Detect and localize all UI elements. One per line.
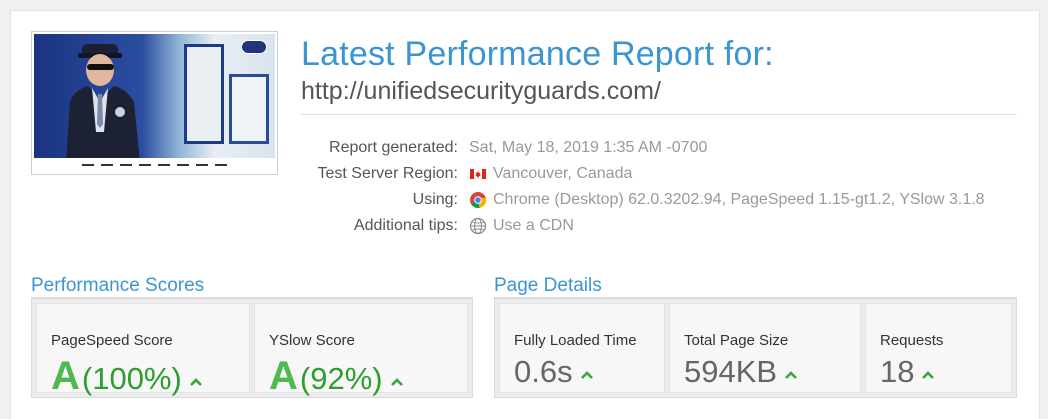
yslow-score-cell[interactable]: YSlow Score A (92%) (254, 303, 468, 398)
yslow-percent: (92%) (299, 361, 383, 396)
trend-up-icon (390, 378, 403, 386)
test-server-region-value: Vancouver, Canada (493, 165, 633, 182)
security-guard-image (66, 44, 140, 162)
trend-up-icon (580, 371, 593, 379)
meta-row-test-server-region: Test Server Region: Vancouver, Canada (301, 161, 1017, 187)
performance-scores-title: Performance Scores (31, 275, 205, 296)
globe-icon (469, 217, 487, 235)
yslow-score-value: A (92%) (269, 354, 403, 399)
meta-value: Chrome (Desktop) 62.0.3202.94, PageSpeed… (458, 191, 985, 209)
meta-row-additional-tips: Additional tips: Use a CDN (301, 213, 1017, 239)
report-title: Latest Performance Report for: (301, 35, 774, 73)
meta-row-report-generated: Report generated: Sat, May 18, 2019 1:35… (301, 135, 1017, 161)
performance-scores-box: PageSpeed Score A (100%) YSlow Score A (… (31, 298, 473, 398)
report-card: Latest Performance Report for: http://un… (10, 10, 1040, 419)
site-nav-strip (34, 158, 275, 172)
pagespeed-grade: A (51, 354, 80, 398)
total-page-size-value: 594KB (684, 354, 797, 390)
total-page-size-number: 594KB (684, 354, 778, 389)
trend-up-icon (189, 378, 202, 386)
report-generated-value: Sat, May 18, 2019 1:35 AM -0700 (469, 139, 708, 156)
meta-label: Using: (412, 191, 458, 208)
yslow-score-label: YSlow Score (269, 332, 355, 349)
requests-number: 18 (880, 354, 915, 389)
pagespeed-score-cell[interactable]: PageSpeed Score A (100%) (36, 303, 250, 398)
meta-row-using: Using: Chrome (Desktop) 62.0.3202.94, Pa… (301, 187, 1017, 213)
meta-label: Report generated: (329, 139, 458, 156)
fully-loaded-time-label: Fully Loaded Time (514, 332, 637, 349)
fully-loaded-time-cell[interactable]: Fully Loaded Time 0.6s (499, 303, 665, 393)
pagespeed-score-value: A (100%) (51, 354, 202, 399)
canada-flag-icon (469, 168, 487, 180)
site-screenshot-thumbnail[interactable] (31, 31, 278, 175)
pagespeed-percent: (100%) (81, 361, 182, 396)
using-value: Chrome (Desktop) 62.0.3202.94, PageSpeed… (493, 191, 985, 208)
chrome-icon (470, 192, 487, 209)
meta-value: Vancouver, Canada (458, 165, 632, 183)
report-url: http://unifiedsecurityguards.com/ (301, 77, 661, 105)
requests-value: 18 (880, 354, 935, 390)
requests-cell[interactable]: Requests 18 (865, 303, 1012, 393)
page-details-title: Page Details (494, 275, 602, 296)
use-a-cdn-link[interactable]: Use a CDN (493, 217, 574, 235)
total-page-size-label: Total Page Size (684, 332, 789, 349)
trend-up-icon (922, 371, 935, 379)
site-screenshot-image (34, 34, 275, 172)
report-meta: Report generated: Sat, May 18, 2019 1:35… (301, 135, 1017, 239)
meta-value: Sat, May 18, 2019 1:35 AM -0700 (458, 139, 707, 157)
yslow-grade: A (269, 354, 298, 398)
fully-loaded-time-number: 0.6s (514, 354, 573, 389)
meta-value: Use a CDN (458, 217, 574, 235)
site-logo-icon (241, 40, 267, 54)
meta-label: Test Server Region: (317, 165, 458, 182)
fully-loaded-time-value: 0.6s (514, 354, 593, 390)
requests-label: Requests (880, 332, 944, 349)
header-divider (301, 114, 1017, 115)
pagespeed-score-label: PageSpeed Score (51, 332, 173, 349)
total-page-size-cell[interactable]: Total Page Size 594KB (669, 303, 861, 393)
meta-label: Additional tips: (353, 217, 458, 234)
trend-up-icon (785, 371, 797, 379)
page-details-box: Fully Loaded Time 0.6s Total Page Size 5… (494, 298, 1017, 398)
